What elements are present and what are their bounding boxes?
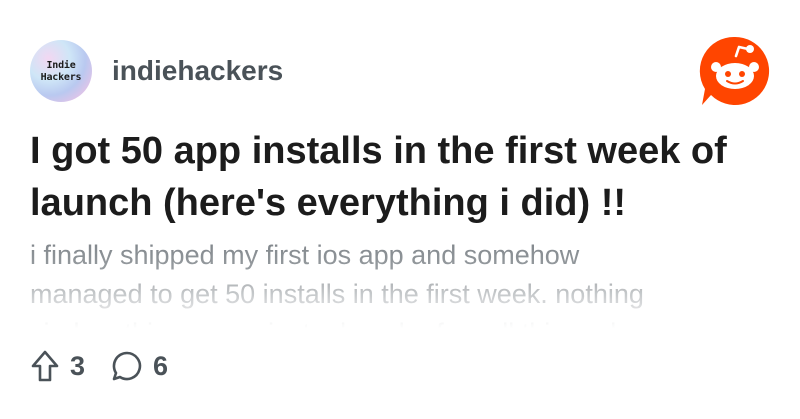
upvote-button[interactable]: 3 xyxy=(30,349,85,383)
comment-bubble-icon xyxy=(112,351,142,381)
avatar-text-line-2: Hackers xyxy=(40,72,82,83)
avatar-text-line-1: Indie xyxy=(46,60,76,71)
reddit-logo-icon xyxy=(699,36,770,105)
post-title[interactable]: I got 50 app installs in the first week … xyxy=(30,125,780,229)
upvote-count: 3 xyxy=(70,350,86,381)
community-name[interactable]: indiehackers xyxy=(112,55,283,87)
community-avatar[interactable]: Indie Hackers xyxy=(30,40,92,102)
comment-count: 6 xyxy=(153,350,169,381)
upvote-arrow-icon xyxy=(31,350,59,382)
post-header: Indie Hackers indiehackers xyxy=(30,38,283,104)
preview-line-3: viral, nothing crazy, just a bunch of sm… xyxy=(30,314,780,328)
comments-button[interactable]: 6 xyxy=(111,350,168,382)
post-card[interactable]: Indie Hackers indiehackers I got 50 app … xyxy=(0,0,800,419)
preview-line-2: managed to get 50 installs in the first … xyxy=(30,279,644,309)
post-actions: 3 6 xyxy=(30,344,168,388)
preview-line-1: i finally shipped my first ios app and s… xyxy=(30,240,580,270)
post-preview: i finally shipped my first ios app and s… xyxy=(30,236,780,328)
